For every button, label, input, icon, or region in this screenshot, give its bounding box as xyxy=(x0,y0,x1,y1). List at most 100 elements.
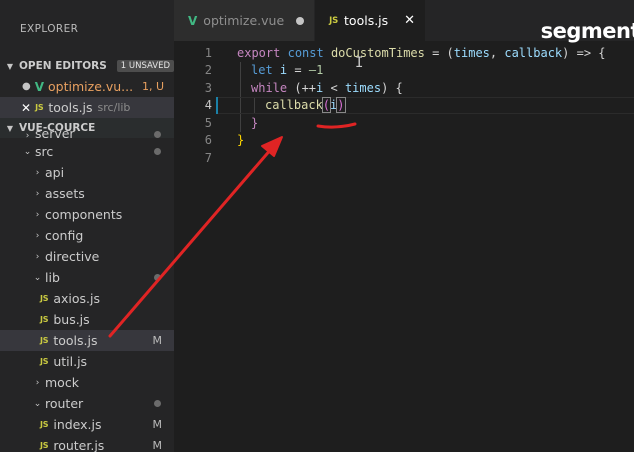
tree-label: src xyxy=(35,144,54,159)
modified-badge: M xyxy=(152,334,163,347)
tree-label: router xyxy=(45,396,84,411)
status-dot xyxy=(154,400,161,407)
open-editors-header[interactable]: ▼ OPEN EDITORS 1 UNSAVED xyxy=(0,56,174,76)
tree-label: config xyxy=(45,228,84,243)
tree-label: lib xyxy=(45,270,60,285)
js-icon: JS xyxy=(40,420,49,429)
open-editors-label: OPEN EDITORS xyxy=(19,60,107,72)
unsaved-badge: 1 UNSAVED xyxy=(116,60,174,72)
file-tree: › server ⌄ src › api › assets › componen… xyxy=(0,129,174,452)
tree-folder-assets[interactable]: › assets xyxy=(0,183,174,204)
line-number: 7 xyxy=(204,150,212,165)
code-text: } xyxy=(251,115,259,130)
editor-area: V optimize.vue JS tools.js ✕ segment 1 e… xyxy=(174,0,634,452)
tree-file-util-js[interactable]: JS util.js xyxy=(0,351,174,372)
open-editor-status: 1, U xyxy=(141,80,164,93)
code-line-7[interactable]: 7 xyxy=(174,149,634,167)
js-icon: JS xyxy=(35,103,44,112)
unsaved-dot-icon[interactable]: ● xyxy=(22,81,31,92)
tree-label: api xyxy=(45,165,65,180)
open-editor-optimize-vue[interactable]: ● V optimize.vu... 1, U xyxy=(0,76,174,97)
js-icon: JS xyxy=(40,294,49,303)
tree-label: bus.js xyxy=(53,312,90,327)
explorer-sidebar: EXPLORER ▼ OPEN EDITORS 1 UNSAVED ● V op… xyxy=(0,0,174,452)
code-text: callback(i) xyxy=(265,97,346,114)
text-cursor-icon: I xyxy=(355,55,364,71)
tree-label: server xyxy=(35,129,75,141)
watermark: segment xyxy=(540,19,634,43)
modified-badge: M xyxy=(152,418,163,431)
code-line-6[interactable]: 6 } xyxy=(174,132,634,150)
modified-badge: M xyxy=(152,439,163,452)
tree-label: assets xyxy=(45,186,85,201)
vue-icon: V xyxy=(188,13,198,28)
code-line-5[interactable]: 5 } xyxy=(174,114,634,132)
tree-folder-components[interactable]: › components xyxy=(0,204,174,225)
tab-label: tools.js xyxy=(344,13,389,28)
tree-label: axios.js xyxy=(53,291,100,306)
code-line-3[interactable]: 3 while (++i < times) { xyxy=(174,79,634,97)
close-icon[interactable]: ✕ xyxy=(21,101,31,115)
chevron-right-icon: › xyxy=(35,209,40,220)
tree-folder-directive[interactable]: › directive xyxy=(0,246,174,267)
tree-label: util.js xyxy=(53,354,88,369)
code-text: let i = –1 xyxy=(251,63,324,78)
tree-folder-mock[interactable]: › mock xyxy=(0,372,174,393)
line-number: 5 xyxy=(204,115,212,130)
tree-folder-api[interactable]: › api xyxy=(0,162,174,183)
explorer-title: EXPLORER xyxy=(20,23,79,35)
chevron-right-icon: › xyxy=(35,167,40,178)
tab-label: optimize.vue xyxy=(203,13,285,28)
tree-label: components xyxy=(45,207,123,222)
tree-file-router-js[interactable]: JS router.js M xyxy=(0,435,174,452)
vue-icon: V xyxy=(34,79,45,94)
unsaved-dot-icon[interactable] xyxy=(296,16,305,25)
code-text: } xyxy=(237,133,245,148)
line-number: 1 xyxy=(204,45,212,60)
tree-label: router.js xyxy=(53,438,105,452)
code-text: while (++i < times) { xyxy=(251,80,403,95)
tree-folder-router[interactable]: ⌄ router xyxy=(0,393,174,414)
code-line-1[interactable]: 1 export const doCustomTimes = (times, c… xyxy=(174,44,634,62)
js-icon: JS xyxy=(40,441,49,450)
status-dot xyxy=(154,274,161,281)
code-editor[interactable]: 1 export const doCustomTimes = (times, c… xyxy=(174,44,634,167)
tree-file-tools-js[interactable]: JS tools.js M xyxy=(0,330,174,351)
tree-label: index.js xyxy=(53,417,102,432)
tree-folder-lib[interactable]: ⌄ lib xyxy=(0,267,174,288)
line-number: 4 xyxy=(204,98,212,113)
chevron-right-icon: › xyxy=(35,188,40,199)
chevron-right-icon: › xyxy=(35,230,40,241)
open-editor-tools-js[interactable]: ✕ JS tools.js src/lib xyxy=(0,97,174,118)
tree-folder-server[interactable]: › server xyxy=(0,129,174,141)
tab-optimize-vue[interactable]: V optimize.vue xyxy=(174,0,316,41)
chevron-down-icon: ⌄ xyxy=(33,398,42,409)
line-number: 3 xyxy=(204,80,212,95)
tree-label: mock xyxy=(45,375,79,390)
tree-label: directive xyxy=(45,249,100,264)
tree-label: tools.js xyxy=(53,333,98,348)
code-line-4[interactable]: 4 callback(i) xyxy=(174,96,634,114)
js-icon: JS xyxy=(329,15,339,26)
tree-file-bus-js[interactable]: JS bus.js xyxy=(0,309,174,330)
chevron-down-icon: ⌄ xyxy=(23,146,32,157)
modified-gutter-marker xyxy=(216,96,218,114)
js-icon: JS xyxy=(40,357,49,366)
chevron-right-icon: › xyxy=(35,377,40,388)
tab-tools-js[interactable]: JS tools.js ✕ xyxy=(315,0,427,41)
tree-file-axios-js[interactable]: JS axios.js xyxy=(0,288,174,309)
code-text: export const doCustomTimes = (times, cal… xyxy=(237,45,606,60)
code-line-2[interactable]: 2 let i = –1 xyxy=(174,62,634,80)
line-number: 6 xyxy=(204,133,212,148)
tree-folder-src[interactable]: ⌄ src xyxy=(0,141,174,162)
open-editor-path: src/lib xyxy=(97,101,131,114)
chevron-right-icon: › xyxy=(35,251,40,262)
chevron-down-icon: ⌄ xyxy=(33,272,42,283)
status-dot xyxy=(154,131,161,138)
js-icon: JS xyxy=(40,315,49,324)
chevron-right-icon: › xyxy=(25,131,30,141)
tree-file-index-js[interactable]: JS index.js M xyxy=(0,414,174,435)
open-editor-filename: optimize.vu... xyxy=(48,79,134,94)
tree-folder-config[interactable]: › config xyxy=(0,225,174,246)
close-icon[interactable]: ✕ xyxy=(404,13,415,28)
